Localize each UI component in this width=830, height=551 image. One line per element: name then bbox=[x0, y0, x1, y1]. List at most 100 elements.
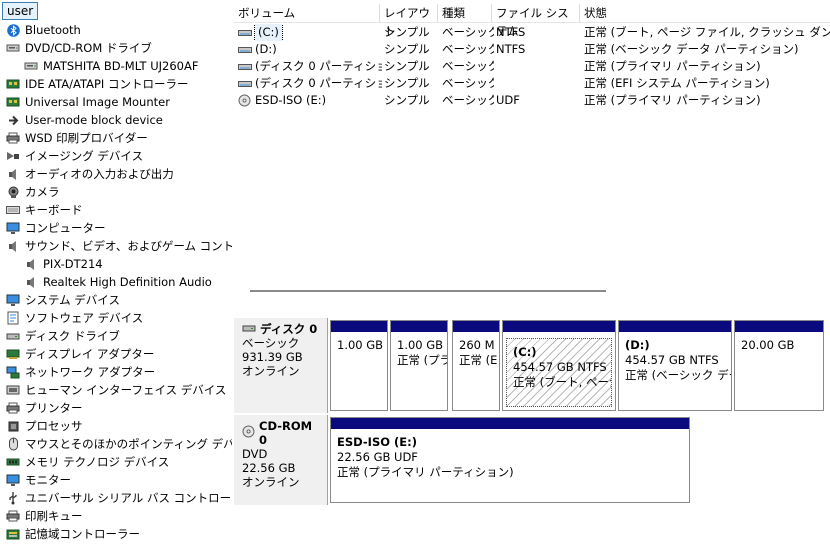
tree-item-label: Bluetooth bbox=[25, 23, 81, 37]
disk-label[interactable]: CD-ROM 0 DVD 22.56 GB オンライン bbox=[234, 415, 328, 505]
partition-body: (C:)454.57 GB NTFS正常 (ブート, ページ フ bbox=[506, 338, 612, 407]
tree-item[interactable]: プロセッサ bbox=[6, 417, 83, 435]
column-header-layout[interactable]: レイアウト bbox=[380, 4, 438, 38]
tree-item[interactable]: マウスとそのほかのポインティング デバイス bbox=[6, 435, 232, 453]
partition-block[interactable]: ESD-ISO (E:) 22.56 GB UDF 正常 (プライマリ パーティショ… bbox=[330, 417, 690, 503]
tree-item-label: オーディオの入力および出力 bbox=[25, 167, 174, 181]
tree-item[interactable]: オーディオの入力および出力 bbox=[6, 165, 174, 183]
tree-item[interactable]: ディスプレイ アダプター bbox=[6, 345, 154, 363]
volume-fs-cell: NTFS bbox=[496, 42, 526, 56]
partition-info: 454.57 GB NTFS bbox=[625, 353, 719, 367]
tree-item[interactable]: モニター bbox=[6, 471, 71, 489]
volume-name: (ディスク 0 パーティション 3) bbox=[255, 76, 382, 90]
speaker-icon bbox=[24, 275, 38, 289]
partition-body: (D:) 454.57 GB NTFS 正常 (ベーシック デー bbox=[619, 332, 731, 410]
disk-label[interactable]: ディスク 0 ベーシック 931.39 GB オンライン bbox=[234, 318, 328, 413]
tree-item[interactable]: コンピューター bbox=[6, 219, 106, 237]
volume-row[interactable]: (C:) シンプル ベーシック NTFS 正常 (ブート, ページ ファイル, クラッシ… bbox=[234, 24, 830, 41]
disk-info-line: DVD bbox=[242, 447, 268, 461]
partition-name: (C:) bbox=[513, 345, 537, 359]
column-header-status[interactable]: 状態 bbox=[580, 4, 830, 22]
volume-icon bbox=[238, 78, 252, 90]
tree-item[interactable]: ユニバーサル シリアル バス コントローラー bbox=[6, 489, 232, 507]
column-header-volume[interactable]: ボリューム bbox=[234, 4, 380, 22]
mouse-icon bbox=[6, 437, 20, 451]
partition-info: 1.00 GB bbox=[397, 338, 444, 352]
horizontal-scrollbar[interactable] bbox=[250, 290, 606, 292]
partition-block[interactable]: 260 M 正常 (E bbox=[452, 320, 500, 411]
tree-item[interactable]: サウンド、ビデオ、およびゲーム コントローラー bbox=[6, 237, 232, 255]
volume-layout-cell: シンプル bbox=[384, 25, 430, 39]
tree-root-user[interactable]: user bbox=[2, 2, 39, 20]
tree-item-label: システム デバイス bbox=[25, 293, 120, 307]
volume-row[interactable]: (ディスク 0 パーティション 2)シンプルベーシック 正常 (プライマリ パーテ… bbox=[234, 58, 830, 75]
partition-block[interactable]: (C:)454.57 GB NTFS正常 (ブート, ページ フ bbox=[502, 320, 616, 411]
monitor-icon bbox=[6, 221, 20, 235]
tree-item[interactable]: Universal Image Mounter bbox=[6, 93, 170, 111]
tree-item[interactable]: ネットワーク アダプター bbox=[6, 363, 155, 381]
partition-block[interactable]: (D:) 454.57 GB NTFS 正常 (ベーシック デー bbox=[618, 320, 732, 411]
tree-item[interactable]: MATSHITA BD-MLT UJ260AF bbox=[24, 57, 198, 75]
cd-icon bbox=[238, 94, 252, 107]
disk-graphical-view: ディスク 0 ベーシック 931.39 GB オンライン 1.00 GB 1.00 GB 正… bbox=[234, 310, 830, 551]
volume-status-cell: 正常 (EFI システム パーティション) bbox=[584, 76, 770, 90]
tree-item[interactable]: カメラ bbox=[6, 183, 60, 201]
monitor-icon bbox=[6, 473, 20, 487]
tree-item[interactable]: Realtek High Definition Audio bbox=[24, 273, 212, 291]
tree-item-label: キーボード bbox=[25, 203, 83, 217]
tree-item-label: IDE ATA/ATAPI コントローラー bbox=[25, 77, 189, 91]
partition-info: 22.56 GB UDF bbox=[337, 450, 418, 464]
processor-icon bbox=[6, 419, 20, 433]
tree-item[interactable]: プリンター bbox=[6, 399, 83, 417]
tree-item-label: ユニバーサル シリアル バス コントローラー bbox=[25, 491, 232, 505]
partition-bar bbox=[619, 321, 731, 332]
column-header-type[interactable]: 種類 bbox=[438, 4, 492, 22]
tree-item-label: メモリ テクノロジ デバイス bbox=[25, 455, 170, 469]
printer-icon bbox=[6, 401, 20, 415]
disk-name-row: ディスク 0 bbox=[242, 322, 319, 336]
volume-fs-cell: UDF bbox=[496, 93, 520, 107]
volume-list: ボリューム レイアウト 種類 ファイル システム 状態 (C:) シンプル ベーシッ… bbox=[234, 4, 830, 286]
disk-name: CD-ROM 0 bbox=[259, 419, 313, 447]
tree-item[interactable]: メモリ テクノロジ デバイス bbox=[6, 453, 169, 471]
tree-item[interactable]: WSD 印刷プロバイダー bbox=[6, 129, 148, 147]
tree-item[interactable]: キーボード bbox=[6, 201, 83, 219]
volume-status-cell: 正常 (ベーシック データ パーティション) bbox=[584, 42, 799, 56]
tree-item[interactable]: User-mode block device bbox=[6, 111, 163, 129]
tree-item[interactable]: イメージング デバイス bbox=[6, 147, 143, 165]
tree-item-label: モニター bbox=[25, 473, 71, 487]
tree-item[interactable]: PIX-DT214 bbox=[24, 255, 103, 273]
partition-block[interactable]: 20.00 GB bbox=[734, 320, 824, 411]
tree-item[interactable]: IDE ATA/ATAPI コントローラー bbox=[6, 75, 188, 93]
tree-item[interactable]: DVD/CD-ROM ドライブ bbox=[6, 39, 152, 57]
volume-fs-cell bbox=[496, 75, 582, 92]
volume-status-cell: 正常 (プライマリ パーティション) bbox=[584, 93, 761, 107]
volume-name: (ディスク 0 パーティション 2) bbox=[255, 59, 382, 73]
partition-info: 1.00 GB bbox=[337, 338, 384, 352]
volume-row[interactable]: ESD-ISO (E:) シンプル ベーシック UDF 正常 (プライマリ パーティショ… bbox=[234, 92, 830, 109]
tree-item[interactable]: 印刷キュー bbox=[6, 507, 83, 525]
tree-item[interactable]: ソフトウェア デバイス bbox=[6, 309, 143, 327]
tree-item[interactable]: ディスク ドライブ bbox=[6, 327, 120, 345]
tree-item[interactable]: 記憶域コントローラー bbox=[6, 525, 140, 543]
disk-info-line: オンライン bbox=[242, 364, 300, 378]
tree-item[interactable]: ヒューマン インターフェイス デバイス bbox=[6, 381, 226, 399]
tree-item[interactable]: システム デバイス bbox=[6, 291, 120, 309]
disk-info-line: 22.56 GB bbox=[242, 461, 296, 475]
partition-block[interactable]: 1.00 GB 正常 (プラ bbox=[390, 320, 448, 411]
partition-info: 20.00 GB bbox=[741, 338, 795, 352]
tree-item-label: カメラ bbox=[25, 185, 60, 199]
partition-info: 正常 (プライマリ パーティション) bbox=[337, 465, 514, 479]
memory-icon bbox=[6, 455, 20, 469]
column-header-filesystem[interactable]: ファイル システム bbox=[492, 4, 580, 38]
partition-block[interactable]: 1.00 GB bbox=[330, 320, 388, 411]
volume-name-cell: ESD-ISO (E:) bbox=[238, 92, 382, 109]
bluetooth-icon bbox=[6, 23, 20, 37]
volume-name-cell: (D:) bbox=[238, 41, 382, 58]
volume-row[interactable]: (ディスク 0 パーティション 3)シンプルベーシック 正常 (EFI システム … bbox=[234, 75, 830, 92]
volume-row[interactable]: (D:) シンプル ベーシック NTFS 正常 (ベーシック データ パーティション) bbox=[234, 41, 830, 58]
disk-name: ディスク 0 bbox=[260, 322, 318, 336]
disk-drive-icon bbox=[242, 322, 256, 336]
partition-info: 正常 (E bbox=[459, 353, 498, 367]
tree-item[interactable]: Bluetooth bbox=[6, 21, 81, 39]
